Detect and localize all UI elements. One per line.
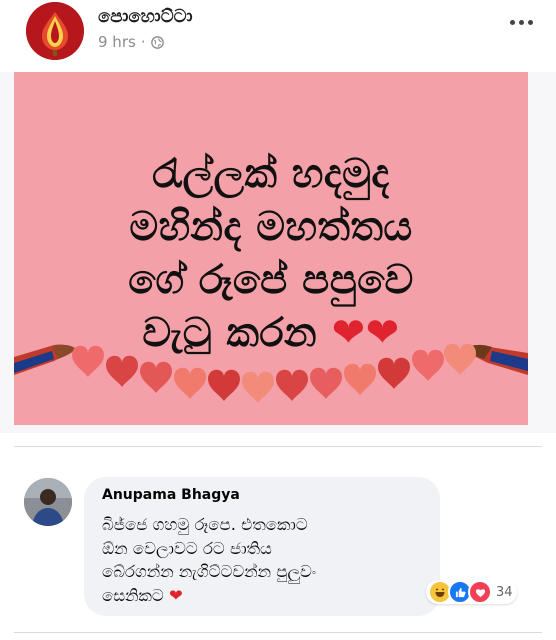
comment-line-1: බිජ්ජෙ ගහමු රූපෙ. එතකොට	[102, 515, 308, 534]
dot	[509, 19, 515, 25]
person-avatar-icon	[24, 478, 72, 526]
comment-reactions[interactable]: 34	[426, 580, 517, 604]
comment-line-2: ඕන වෙලාවට රට ජාතිය	[102, 538, 272, 558]
reaction-count: 34	[496, 584, 513, 600]
post-header: පොහොට්ටා 9 hrs ·	[0, 0, 556, 72]
pohottuwa-logo-icon	[26, 2, 84, 60]
page-avatar[interactable]	[26, 2, 84, 60]
more-options-button[interactable]	[506, 12, 536, 32]
hearts-garland-illustration	[14, 343, 528, 403]
post-image-container[interactable]: රැල්ලක් හදමුද මහින්ද මහත්තය ගේ රූපේ පපුව…	[0, 72, 556, 433]
love-reaction-icon	[468, 580, 492, 604]
comment-bubble: Anupama Bhagya බිජ්ජෙ ගහමු රූපෙ. එතකොට ඕ…	[84, 477, 440, 616]
dot	[518, 19, 524, 25]
post-meta: 9 hrs ·	[98, 33, 164, 51]
dot	[527, 19, 533, 25]
comment-line-4-words: සෙනිකට	[102, 585, 164, 605]
page-name[interactable]: පොහොට්ටා	[98, 6, 193, 27]
meta-separator: ·	[140, 33, 146, 51]
image-text-line-3: ගේ රූපේ පපුවෙ	[128, 257, 414, 303]
comment-line-4: සෙනිකට ❤	[102, 584, 402, 608]
post-time[interactable]: 9 hrs	[98, 33, 136, 51]
comment-text: බිජ්ජෙ ගහමු රූපෙ. එතකොට ඕන වෙලාවට රට ජාත…	[102, 513, 402, 607]
image-text-line-1: රැල්ලක් හදමුද	[152, 151, 390, 197]
image-text-line-2: මහින්ද මහත්තය	[129, 204, 413, 250]
comment-line-3: බේරගන්න නැගිට්ටවන්න පුලුවං	[102, 562, 317, 581]
commenter-avatar[interactable]	[24, 478, 72, 526]
post-divider	[14, 446, 542, 447]
bottom-divider	[14, 632, 542, 633]
globe-icon[interactable]	[150, 35, 164, 49]
post-image[interactable]: රැල්ලක් හදමුද මහින්ද මහත්තය ගේ රූපේ පපුව…	[14, 72, 528, 425]
heart-emoji: ❤	[169, 585, 183, 605]
comment-author[interactable]: Anupama Bhagya	[102, 487, 240, 503]
